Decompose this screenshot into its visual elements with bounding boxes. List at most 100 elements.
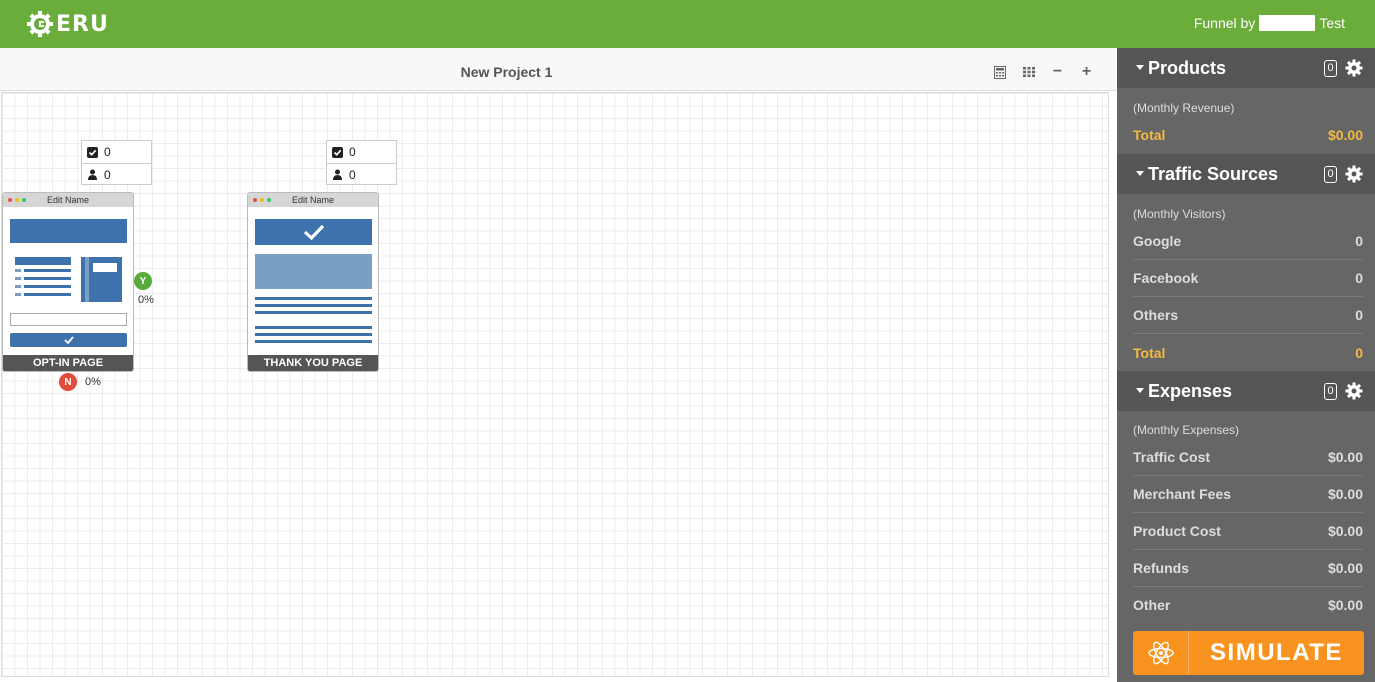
user-prefix: Funnel by — [1193, 15, 1256, 31]
visitors-row: 0 — [327, 163, 396, 185]
top-bar: ERU Funnel by Test — [0, 0, 1375, 48]
text-line — [24, 293, 71, 296]
sidebar-panel: Products 0 (Monthly Revenue) Total $0.00… — [1117, 48, 1375, 682]
products-title: Products — [1148, 58, 1227, 78]
traffic-row-facebook[interactable]: Facebook 0 — [1133, 260, 1363, 297]
node-title-bar: Edit Name — [248, 193, 378, 207]
text-line — [255, 297, 372, 300]
window-dots — [8, 198, 26, 202]
user-label[interactable]: Funnel by Test — [1194, 15, 1345, 31]
zoom-in-icon: + — [1081, 63, 1092, 80]
node-name[interactable]: Edit Name — [292, 195, 334, 205]
gear-icon[interactable] — [1345, 382, 1363, 400]
products-subtitle: (Monthly Revenue) — [1133, 101, 1235, 115]
expense-label: Traffic Cost — [1133, 449, 1211, 465]
bullet — [15, 269, 21, 272]
expense-value: $0.00 — [1327, 486, 1363, 502]
window-dots — [253, 198, 271, 202]
conversions-value: 0 — [349, 145, 356, 159]
conversions-value: 0 — [104, 145, 111, 159]
logo[interactable]: ERU — [26, 10, 109, 38]
conversions-row: 0 — [327, 141, 396, 163]
submit-button-preview — [10, 333, 127, 347]
canvas-toolbar: New Project 1 − + — [0, 48, 1117, 91]
products-total-row: Total $0.00 — [1133, 116, 1363, 153]
caret-down-icon — [1136, 388, 1144, 393]
user-icon — [88, 169, 97, 180]
email-field-preview — [10, 313, 127, 326]
expense-label: Refunds — [1133, 560, 1189, 576]
text-line — [24, 269, 71, 272]
caret-down-icon — [1136, 171, 1144, 176]
products-total-label: Total — [1133, 126, 1166, 143]
text-line — [24, 285, 71, 288]
expense-row-product-cost[interactable]: Product Cost $0.00 — [1133, 513, 1363, 550]
expense-value: $0.00 — [1327, 596, 1363, 613]
optin-page-node[interactable]: Edit Name OPT-IN PAGE — [2, 192, 134, 372]
text-line — [255, 326, 372, 329]
node-name[interactable]: Edit Name — [47, 195, 89, 205]
traffic-label: Others — [1133, 307, 1179, 323]
traffic-total-row: Total 0 — [1133, 334, 1363, 371]
bullet — [15, 277, 21, 280]
user-icon — [333, 169, 342, 180]
zoom-in-button[interactable]: + — [1072, 63, 1101, 81]
project-title[interactable]: New Project 1 — [0, 64, 1013, 80]
text-line — [255, 340, 372, 343]
expense-value: $0.00 — [1327, 523, 1363, 539]
content-block — [255, 254, 372, 289]
book-spine — [85, 257, 89, 302]
expense-row-refunds[interactable]: Refunds $0.00 — [1133, 550, 1363, 587]
checkbox-icon — [332, 146, 343, 158]
node-stats-thankyou[interactable]: 0 0 — [326, 140, 397, 185]
visitors-value: 0 — [104, 167, 111, 182]
text-line — [15, 257, 71, 265]
expense-row-traffic-cost[interactable]: Traffic Cost $0.00 — [1133, 439, 1363, 476]
yes-branch-percent: 0% — [138, 294, 154, 306]
visitors-value: 0 — [349, 167, 356, 182]
grid-icon — [1022, 67, 1035, 77]
funnel-canvas[interactable] — [1, 92, 1109, 677]
logo-gear-icon — [27, 11, 53, 37]
caret-down-icon — [1136, 65, 1144, 70]
traffic-row-others[interactable]: Others 0 — [1133, 297, 1363, 334]
user-suffix: Test — [1319, 15, 1345, 31]
calculator-button[interactable] — [985, 63, 1014, 81]
logo-text: ERU — [56, 11, 109, 37]
no-branch-handle[interactable]: N — [59, 373, 77, 391]
traffic-label: Facebook — [1133, 270, 1199, 286]
expenses-count: 0 — [1324, 383, 1337, 400]
node-stats-optin[interactable]: 0 0 — [81, 140, 152, 185]
traffic-section-header[interactable]: Traffic Sources 0 — [1117, 154, 1375, 194]
zoom-out-icon: − — [1052, 63, 1063, 80]
expenses-section-header[interactable]: Expenses 0 — [1117, 371, 1375, 411]
simulate-button[interactable]: SIMULATE — [1133, 631, 1364, 675]
traffic-count: 0 — [1324, 166, 1337, 183]
header-block — [10, 219, 127, 243]
yes-branch-handle[interactable]: Y — [134, 272, 152, 290]
products-section-header[interactable]: Products 0 — [1117, 48, 1375, 88]
gear-icon[interactable] — [1345, 165, 1363, 183]
node-title-bar: Edit Name — [3, 193, 133, 207]
traffic-row-google[interactable]: Google 0 — [1133, 223, 1363, 260]
check-icon — [303, 224, 324, 240]
text-line — [255, 311, 372, 314]
header-block — [255, 219, 372, 245]
expense-label: Merchant Fees — [1133, 486, 1232, 502]
expense-label: Other — [1133, 596, 1171, 613]
calculator-icon — [993, 65, 1006, 79]
expense-row-merchant-fees[interactable]: Merchant Fees $0.00 — [1133, 476, 1363, 513]
zoom-out-button[interactable]: − — [1043, 63, 1072, 81]
expense-row-other[interactable]: Other $0.00 — [1133, 586, 1363, 623]
traffic-value: 0 — [1355, 307, 1363, 323]
expenses-title: Expenses — [1148, 381, 1233, 401]
expense-label: Product Cost — [1133, 523, 1221, 539]
products-total-value: $0.00 — [1327, 126, 1363, 143]
thankyou-page-node[interactable]: Edit Name THANK YOU PAGE — [247, 192, 379, 372]
traffic-label: Google — [1133, 233, 1182, 249]
grid-button[interactable] — [1014, 63, 1043, 81]
gear-icon[interactable] — [1345, 59, 1363, 77]
book-label — [93, 263, 117, 272]
bullet — [15, 293, 21, 296]
traffic-value: 0 — [1355, 233, 1363, 249]
